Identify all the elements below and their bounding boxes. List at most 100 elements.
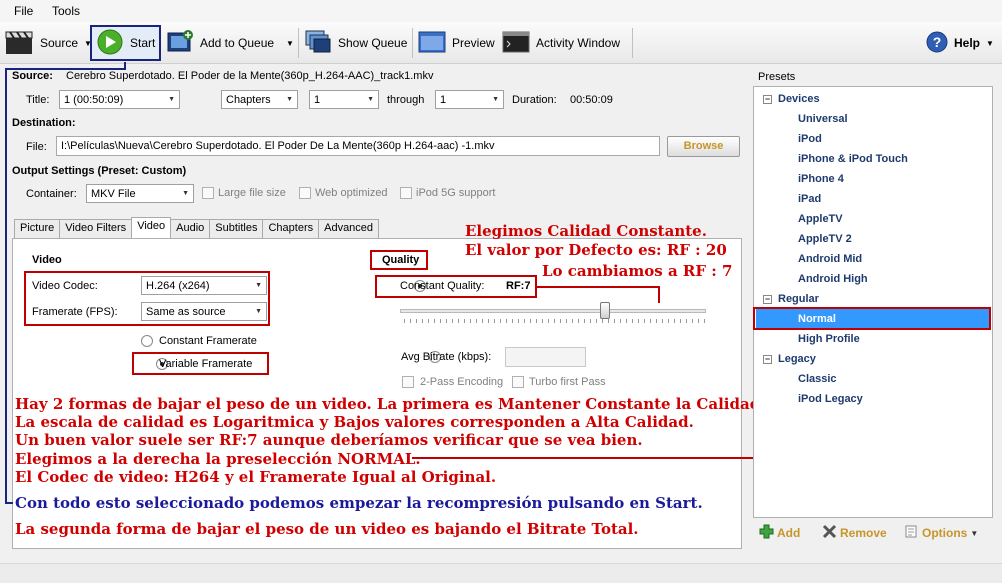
show-queue-button[interactable]: Show Queue — [304, 27, 407, 59]
annotation-text: El Codec de video: H264 y el Framerate I… — [15, 468, 497, 486]
svg-text:?: ? — [933, 34, 942, 50]
slider-tick — [458, 319, 459, 323]
slider-tick — [488, 319, 489, 323]
help-label: Help — [954, 36, 981, 50]
preset-item-appletv2[interactable]: AppleTV 2 — [798, 233, 852, 245]
start-label: Start — [130, 36, 156, 50]
web-optimized-checkbox[interactable] — [299, 187, 311, 199]
large-file-checkbox[interactable] — [202, 187, 214, 199]
chevron-down-icon[interactable]: ▼ — [286, 39, 294, 48]
preset-group-regular[interactable]: − Regular — [763, 293, 819, 305]
slider-tick — [614, 319, 615, 323]
avg-bitrate-label: Avg Bitrate (kbps): — [401, 351, 492, 363]
activity-window-label: Activity Window — [536, 36, 621, 50]
preset-options-button[interactable]: Options ▼ — [904, 524, 978, 542]
slider-tick — [446, 319, 447, 323]
browse-button[interactable]: Browse — [667, 136, 740, 157]
preset-item-high-profile[interactable]: High Profile — [798, 333, 860, 345]
menu-tools[interactable]: Tools — [52, 4, 80, 18]
title-label: Title: — [26, 94, 50, 106]
preset-item-android-high[interactable]: Android High — [798, 273, 868, 285]
annotation-text: Un buen valor suele ser RF:7 aunque debe… — [15, 431, 643, 449]
preset-item-iphone-ipod-touch[interactable]: iPhone & iPod Touch — [798, 153, 908, 165]
connector-line — [5, 68, 7, 504]
large-file-label: Large file size — [218, 187, 286, 199]
start-button[interactable]: Start — [96, 27, 155, 59]
destination-file-input[interactable]: I:\Películas\Nueva\Cerebro Superdotado. … — [56, 136, 660, 156]
slider-tick — [620, 319, 621, 323]
slider-tick — [440, 319, 441, 323]
chapter-end-select[interactable]: 1 ▼ — [435, 90, 504, 109]
slider-tick — [572, 319, 573, 323]
range-type-select[interactable]: Chapters ▼ — [221, 90, 298, 109]
add-preset-button[interactable]: Add — [759, 524, 800, 542]
quality-slider-track[interactable] — [400, 309, 706, 313]
avg-bitrate-input[interactable] — [505, 347, 586, 367]
play-icon — [96, 28, 124, 59]
annotation-text: La segunda forma de bajar el peso de un … — [15, 520, 639, 538]
menu-file[interactable]: File — [14, 4, 33, 18]
terminal-icon — [502, 29, 530, 58]
two-pass-label: 2-Pass Encoding — [420, 376, 504, 388]
preset-group-devices[interactable]: − Devices — [763, 93, 820, 105]
quality-slider-thumb[interactable] — [599, 302, 610, 319]
slider-tick — [536, 319, 537, 323]
tab-advanced[interactable]: Advanced — [318, 219, 380, 238]
tab-picture[interactable]: Picture — [14, 219, 61, 238]
slider-tick — [512, 319, 513, 323]
tab-chapters[interactable]: Chapters — [262, 219, 320, 238]
slider-tick — [686, 319, 687, 323]
annotation-line — [537, 286, 660, 288]
preset-options-label: Options — [922, 526, 968, 540]
chapter-start-select[interactable]: 1 ▼ — [309, 90, 379, 109]
turbo-first-pass-checkbox[interactable] — [512, 376, 524, 388]
chevron-down-icon: ▼ — [182, 190, 189, 197]
preset-item-iphone4[interactable]: iPhone 4 — [798, 173, 844, 185]
clapperboard-icon — [4, 29, 34, 58]
preset-item-ipod[interactable]: iPod — [798, 133, 822, 145]
title-select[interactable]: 1 (00:50:09) ▼ — [59, 90, 180, 109]
two-pass-checkbox[interactable] — [402, 376, 414, 388]
container-select[interactable]: MKV File ▼ — [86, 184, 194, 203]
slider-tick — [434, 319, 435, 323]
preset-item-ipad[interactable]: iPad — [798, 193, 821, 205]
tab-video-filters[interactable]: Video Filters — [59, 219, 133, 238]
chevron-down-icon: ▼ — [168, 96, 175, 103]
slider-tick — [596, 319, 597, 323]
file-label: File: — [26, 141, 47, 153]
slider-tick — [674, 319, 675, 323]
chevron-down-icon: ▼ — [970, 528, 979, 538]
help-button[interactable]: ? Help ▼ — [926, 27, 994, 59]
slider-tick — [476, 319, 477, 323]
preset-item-ipod-legacy[interactable]: iPod Legacy — [798, 393, 863, 405]
chevron-down-icon: ▼ — [255, 282, 262, 289]
source-button[interactable]: Source ▼ — [4, 27, 92, 59]
slider-tick — [542, 319, 543, 323]
source-filename: Cerebro Superdotado. El Poder de la Ment… — [66, 70, 434, 82]
constant-framerate-radio[interactable] — [141, 335, 153, 347]
slider-tick — [698, 319, 699, 323]
preset-item-android-mid[interactable]: Android Mid — [798, 253, 862, 265]
activity-window-button[interactable]: Activity Window — [502, 27, 620, 59]
annotation-text: Lo cambiamos a RF : 7 — [542, 262, 733, 280]
video-codec-select[interactable]: H.264 (x264) ▼ — [141, 276, 267, 295]
preset-item-universal[interactable]: Universal — [798, 113, 848, 125]
presets-heading: Presets — [758, 71, 796, 83]
output-settings-heading: Output Settings (Preset: Custom) — [12, 165, 187, 177]
preset-item-normal[interactable]: Normal — [798, 313, 836, 325]
preset-item-classic[interactable]: Classic — [798, 373, 837, 385]
framerate-select[interactable]: Same as source ▼ — [141, 302, 267, 321]
ipod5g-checkbox[interactable] — [400, 187, 412, 199]
add-to-queue-button[interactable]: Add to Queue — [166, 27, 274, 59]
tab-subtitles[interactable]: Subtitles — [209, 219, 264, 238]
plus-icon — [759, 524, 774, 542]
preset-item-appletv[interactable]: AppleTV — [798, 213, 843, 225]
slider-tick — [482, 319, 483, 323]
tab-audio[interactable]: Audio — [170, 219, 211, 238]
variable-framerate-label: Variable Framerate — [159, 358, 253, 370]
tab-video[interactable]: Video — [131, 217, 172, 238]
remove-preset-button[interactable]: Remove — [822, 524, 887, 542]
toolbar-divider — [412, 28, 413, 58]
preview-button[interactable]: Preview — [418, 27, 495, 59]
preset-group-legacy[interactable]: − Legacy — [763, 353, 816, 365]
